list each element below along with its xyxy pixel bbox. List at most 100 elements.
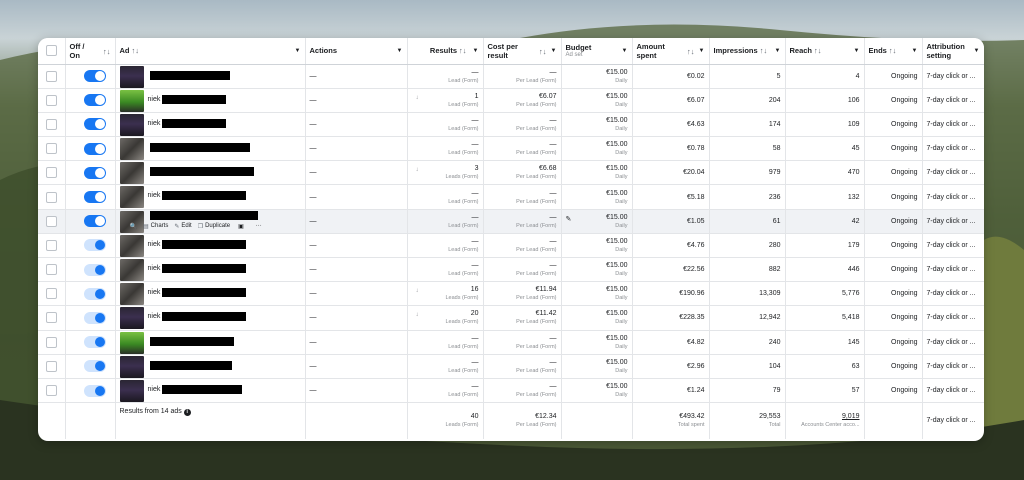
chevron-down-icon[interactable]: ▼: [775, 48, 781, 54]
ad-status-toggle[interactable]: [83, 94, 106, 107]
budget-cell[interactable]: €15.00 Daily: [561, 354, 633, 379]
row-toggle-cell[interactable]: [65, 112, 116, 138]
row-select-cell[interactable]: [38, 136, 66, 162]
ad-name-cell[interactable]: [115, 354, 306, 379]
ad-name[interactable]: [148, 143, 250, 153]
chevron-down-icon[interactable]: ▼: [551, 48, 557, 54]
row-toggle-cell[interactable]: [65, 160, 116, 186]
table-row[interactable]: — — Lead (Form) — Per Lead (Form) €15.00 Da…: [38, 64, 984, 89]
ad-name-cell[interactable]: [115, 330, 306, 355]
row-checkbox[interactable]: [45, 143, 57, 155]
table-row[interactable]: — ↓ 3 Leads (Form) €6.68 Per Lead (Form) €…: [38, 160, 984, 186]
table-row[interactable]: niek — — Lead (Form) — Per Lead (Form) €15…: [38, 112, 984, 138]
info-icon[interactable]: i: [183, 409, 191, 417]
ad-name-cell[interactable]: niek: [115, 184, 306, 210]
row-toggle-cell[interactable]: [65, 305, 116, 331]
chevron-down-icon[interactable]: ▼: [854, 48, 860, 54]
ad-name-cell[interactable]: niek: [115, 281, 306, 307]
chevron-down-icon[interactable]: ▼: [974, 48, 980, 54]
budget-cell[interactable]: €15.00 Daily: [561, 184, 633, 210]
ad-name[interactable]: [148, 360, 232, 370]
duplicate-button[interactable]: ❐ Duplicate: [198, 223, 230, 230]
budget-cell[interactable]: €15.00 Daily: [561, 160, 633, 186]
chevron-down-icon[interactable]: ▼: [699, 48, 705, 54]
table-row[interactable]: — — Lead (Form) — Per Lead (Form) €15.00 Da…: [38, 136, 984, 162]
ad-name-cell[interactable]: niek: [115, 88, 306, 113]
ad-status-toggle[interactable]: [83, 287, 106, 300]
row-toggle-cell[interactable]: [65, 88, 116, 113]
ad-name[interactable]: [148, 336, 234, 346]
ad-status-toggle[interactable]: [83, 166, 106, 179]
chevron-down-icon[interactable]: ▼: [473, 48, 479, 54]
ad-name-cell[interactable]: niek: [115, 233, 306, 259]
table-row[interactable]: niek — — Lead (Form) — Per Lead (Form) €15…: [38, 257, 984, 283]
ad-name-cell[interactable]: [115, 64, 306, 89]
ad-thumbnail[interactable]: [119, 138, 144, 160]
chevron-down-icon[interactable]: ▼: [397, 48, 403, 54]
select-all-checkbox[interactable]: [45, 45, 57, 57]
ad-name[interactable]: [148, 70, 230, 80]
row-toggle-cell[interactable]: [65, 378, 116, 404]
row-toggle-cell[interactable]: [65, 64, 116, 89]
ad-status-toggle[interactable]: [83, 215, 106, 228]
row-select-cell[interactable]: [38, 257, 66, 283]
table-row[interactable]: niek — — Lead (Form) — Per Lead (Form) €15…: [38, 378, 984, 404]
edit-button[interactable]: ✎ Edit: [174, 223, 191, 230]
sort-icon[interactable]: ↑↓: [132, 46, 140, 55]
header-ad[interactable]: Ad ↑↓ ▼: [115, 38, 306, 65]
sort-icon[interactable]: ↑↓: [459, 46, 467, 55]
ad-name[interactable]: niek: [148, 239, 247, 249]
table-row[interactable]: 🔍 ▤ Charts ✎ Edit ❐ Duplicate ▣ ··· — — Lead…: [38, 209, 984, 234]
table-row[interactable]: niek — ↓ 20 Leads (Form) €11.42 Per Lead (…: [38, 305, 984, 331]
row-checkbox[interactable]: [45, 167, 57, 179]
ad-name-cell[interactable]: niek: [115, 378, 306, 404]
ad-name-cell[interactable]: [115, 160, 306, 186]
ad-thumbnail[interactable]: [119, 162, 144, 184]
more-button[interactable]: ···: [256, 223, 262, 229]
ad-status-toggle[interactable]: [83, 336, 106, 349]
budget-cell[interactable]: €15.00 Daily: [561, 281, 633, 307]
table-row[interactable]: niek — ↓ 1 Lead (Form) €6.07 Per Lead (For…: [38, 88, 984, 113]
row-select-cell[interactable]: [38, 281, 66, 307]
ad-status-toggle[interactable]: [83, 263, 106, 276]
budget-cell[interactable]: €15.00 Daily: [561, 330, 633, 355]
header-off-on[interactable]: Off / On ↑↓: [65, 38, 116, 65]
budget-cell[interactable]: €15.00 Daily: [561, 136, 633, 162]
row-select-cell[interactable]: [38, 209, 66, 234]
header-select-all[interactable]: [38, 38, 66, 65]
ad-name[interactable]: niek: [148, 288, 247, 298]
ad-status-toggle[interactable]: [83, 384, 106, 397]
row-checkbox[interactable]: [45, 239, 57, 251]
ad-name[interactable]: niek: [148, 264, 247, 273]
budget-cell[interactable]: €15.00 Daily: [561, 112, 633, 138]
budget-cell[interactable]: €15.00 Daily: [561, 257, 633, 283]
ad-thumbnail[interactable]: [119, 89, 144, 112]
row-toggle-cell[interactable]: [65, 330, 116, 355]
header-amount-spent[interactable]: Amount spent ↑↓ ▼: [632, 38, 710, 65]
ad-thumbnail[interactable]: [119, 283, 144, 305]
ad-name-cell[interactable]: [115, 136, 306, 162]
ad-status-toggle[interactable]: [83, 70, 106, 83]
sort-icon[interactable]: ↑↓: [103, 47, 111, 56]
row-checkbox[interactable]: [45, 264, 57, 276]
sort-icon[interactable]: ↑↓: [539, 47, 547, 56]
ad-name[interactable]: niek: [148, 384, 243, 394]
budget-cell[interactable]: €15.00 Daily: [561, 378, 633, 404]
row-checkbox[interactable]: [45, 94, 57, 106]
ad-status-toggle[interactable]: [83, 118, 106, 131]
ad-thumbnail[interactable]: [119, 234, 144, 257]
budget-cell[interactable]: €15.00 Daily: [561, 88, 633, 113]
ad-thumbnail[interactable]: [119, 379, 144, 402]
row-select-cell[interactable]: [38, 330, 66, 355]
header-impressions[interactable]: Impressions ↑↓ ▼: [709, 38, 786, 65]
row-toggle-cell[interactable]: [65, 281, 116, 307]
row-select-cell[interactable]: [38, 64, 66, 89]
ad-thumbnail[interactable]: [119, 186, 144, 209]
row-select-cell[interactable]: [38, 112, 66, 138]
row-toggle-cell[interactable]: [65, 209, 116, 234]
row-toggle-cell[interactable]: [65, 184, 116, 210]
header-actions[interactable]: Actions ▼: [305, 38, 408, 65]
ad-name[interactable]: [148, 167, 254, 177]
ad-status-toggle[interactable]: [83, 360, 106, 373]
ad-status-toggle[interactable]: [83, 142, 106, 155]
